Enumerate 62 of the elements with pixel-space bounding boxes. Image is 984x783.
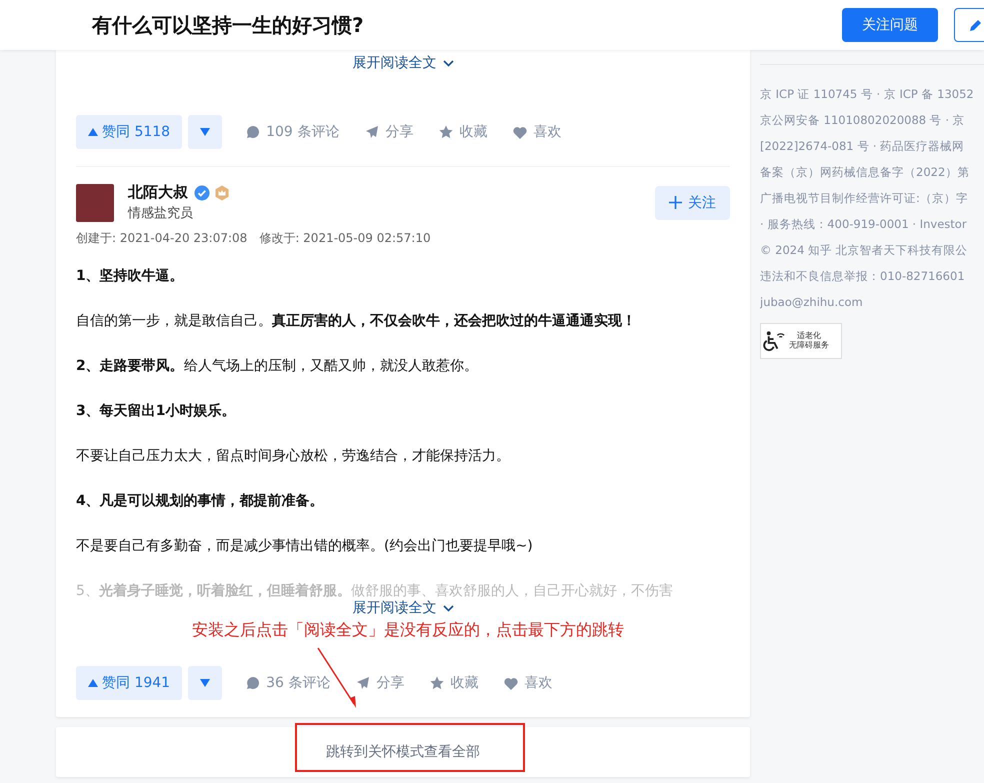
paper-plane-icon [356, 676, 370, 690]
heart-icon [513, 126, 528, 138]
plus-icon [669, 196, 682, 209]
answer-paragraph: 不要让自己压力太大，留点时间身心放松，劳逸结合，才能保持活力。 [76, 447, 511, 466]
upvote-button[interactable]: 赞同 5118 [76, 115, 182, 149]
downvote-button[interactable] [188, 115, 222, 149]
answer-heading: 4、凡是可以规划的事情，都提前准备。 [76, 492, 325, 511]
accessibility-badge[interactable]: 适老化 无障碍服务 [760, 323, 842, 359]
question-title: 有什么可以坚持一生的好习惯? [92, 12, 364, 38]
expand-full-text-link[interactable]: 展开阅读全文 [352, 599, 454, 617]
heart-icon [504, 676, 518, 690]
upvote-button[interactable]: 赞同 1941 [76, 666, 182, 700]
answer-paragraph: 自信的第一步，就是敢信自己。真正厉害的人，不仅会吹牛，还会把吹过的牛逼通通实现！ [76, 312, 637, 331]
footer-text: · 服务热线：400-919-0001 · Investor [760, 216, 968, 233]
avatar-placeholder [76, 184, 114, 222]
speech-bubble-icon [246, 676, 260, 690]
like-button[interactable]: 喜欢 [500, 674, 556, 692]
crown-badge-icon [214, 184, 230, 200]
footer-text: © 2024 知乎 北京智者天下科技有限公 [760, 242, 969, 259]
footer-text: 违法和不良信息举报：010-82716601 [760, 268, 966, 285]
down-triangle-icon [200, 679, 210, 687]
pencil-icon [969, 18, 983, 32]
footer-text: [2022]2674-081 号 · 药品医疗器械网 [760, 138, 966, 155]
down-triangle-icon [200, 128, 210, 136]
answer-heading: 1、坚持吹牛逼。 [76, 267, 185, 286]
chevron-down-icon [442, 604, 454, 612]
footer-text: 京公网安备 11010802020088 号 · 京 [760, 112, 966, 129]
comments-button[interactable]: 109 条评论 [242, 123, 344, 141]
created-time: 创建于: 2021-04-20 23:07:08 [76, 230, 248, 247]
answer-paragraph: 5、光着身子睡觉，听着脸红，但睡着舒服。做舒服的事、喜欢舒服的人，自己开心就好，不伤害 [76, 582, 674, 600]
answer-paragraph: 2、走路要带风。给人气场上的压制，又酷又帅，就没人敢惹你。 [76, 357, 479, 376]
follow-button[interactable]: 关注 [655, 186, 730, 220]
badge-text: 无障碍服务 [789, 341, 829, 351]
star-icon [430, 676, 444, 690]
favorite-button[interactable]: 收藏 [435, 123, 492, 141]
favorite-button[interactable]: 收藏 [426, 674, 482, 692]
footer-text: 京 ICP 证 110745 号 · 京 ICP 备 13052 [760, 86, 975, 103]
annotation-text: 安装之后点击「阅读全文」是没有反应的，点击最下方的跳转 [192, 620, 624, 641]
author-name[interactable]: 北陌大叔 [128, 183, 188, 202]
care-mode-link[interactable]: 跳转到关怀模式查看全部 [326, 737, 480, 767]
badge-text: 适老化 [797, 331, 821, 340]
chevron-down-icon [442, 60, 454, 66]
wheelchair-icon [763, 330, 786, 352]
share-button[interactable]: 分享 [352, 674, 408, 692]
footer-text: jubao@zhihu.com [760, 294, 864, 311]
author-bio: 情感盐究员 [128, 205, 194, 222]
star-icon [439, 125, 454, 139]
share-button[interactable]: 分享 [361, 123, 418, 141]
up-triangle-icon [88, 128, 98, 136]
answer-heading: 3、每天留出1小时娱乐。 [76, 402, 236, 421]
footer-text: 广播电视节目制作经营许可证:（京）字 [760, 190, 969, 207]
modified-time: 修改于: 2021-05-09 02:57:10 [259, 230, 431, 247]
comments-button[interactable]: 36 条评论 [242, 674, 334, 692]
answer-paragraph: 不是要自己有多勤奋，而是减少事情出错的概率。(约会出门也要提早哦~) [76, 537, 534, 556]
up-triangle-icon [88, 679, 98, 687]
paper-plane-icon [365, 125, 380, 139]
follow-question-button[interactable]: 关注问题 [842, 8, 938, 42]
expand-full-text-link[interactable]: 展开阅读全文 [352, 54, 454, 72]
like-button[interactable]: 喜欢 [509, 123, 566, 141]
footer-text: 备案（京）网药械信息备字（2022）第 [760, 164, 970, 181]
speech-bubble-icon [246, 125, 260, 139]
downvote-button[interactable] [188, 666, 222, 700]
